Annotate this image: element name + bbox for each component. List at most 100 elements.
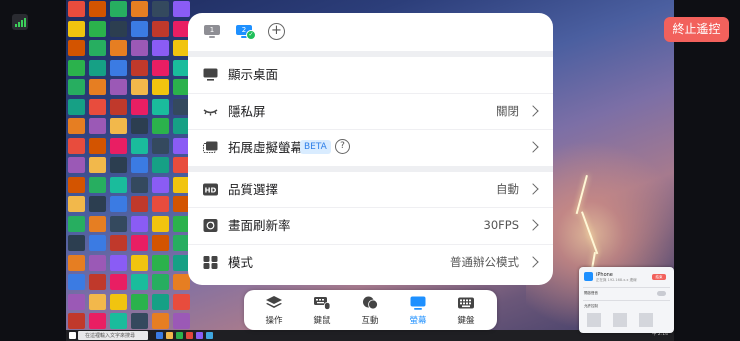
desktop-shortcut-icon xyxy=(68,79,85,95)
menu-row-privacy-screen[interactable]: 隱私屏 關閉 xyxy=(188,94,553,130)
taskbar-app-icon[interactable] xyxy=(206,332,213,339)
desktop-shortcut-icon xyxy=(152,1,169,17)
desktop-shortcut-icon xyxy=(152,118,169,134)
desktop-shortcut-icon xyxy=(89,20,106,37)
menu-row-label: 隱私屏 xyxy=(228,103,266,119)
desktop-shortcut-icon xyxy=(68,196,85,212)
desktop-shortcut-icon xyxy=(110,293,127,310)
plus-circle-icon[interactable]: + xyxy=(268,23,285,40)
desktop-icon-grid xyxy=(66,0,192,331)
dock-item-operation[interactable]: 操作 xyxy=(251,290,297,330)
eye-closed-icon xyxy=(203,108,218,115)
desktop-shortcut-icon xyxy=(131,293,148,310)
dock-item-label: 操作 xyxy=(265,316,283,326)
mini-row-label: 允許控制 xyxy=(584,304,598,308)
dock-item-interaction[interactable]: 互動 xyxy=(347,290,393,330)
layers-icon xyxy=(266,296,282,308)
taskbar-app-icon[interactable] xyxy=(196,332,203,339)
bottom-toolbar: 操作 鍵鼠 互動 螢幕 鍵盤 xyxy=(244,290,497,330)
taskbar-app-icon[interactable] xyxy=(166,332,173,339)
desktop-shortcut-icon xyxy=(68,313,85,329)
desktop-shortcut-icon xyxy=(68,235,85,251)
stop-remote-button[interactable]: 終止遙控 xyxy=(664,17,729,42)
mini-stop-button[interactable]: 結束 xyxy=(652,274,666,280)
desktop-shortcut-icon xyxy=(110,40,127,56)
menu-row-show-desktop[interactable]: 顯示桌面 xyxy=(188,57,553,94)
menu-row-value: 關閉 xyxy=(496,103,519,118)
desktop-shortcut-icon xyxy=(89,176,106,193)
dock-item-screen[interactable]: 螢幕 xyxy=(395,290,441,330)
desktop-shortcut-icon xyxy=(89,313,106,329)
mini-connection-window[interactable]: iPhone 正在與 192.168.x.x 連線 結束 開啟聲音 允許控制 xyxy=(579,267,674,333)
desktop-shortcut-icon xyxy=(131,235,148,251)
desktop-shortcut-icon xyxy=(131,20,148,37)
dock-item-label: 鍵鼠 xyxy=(313,316,331,326)
taskbar-search[interactable]: 在這裡輸入文字來搜尋 xyxy=(78,331,148,340)
menu-row-virtual-screen[interactable]: 拓展虛擬螢幕 BETA ? xyxy=(188,130,553,166)
desktop-shortcut-icon xyxy=(110,313,127,329)
chevron-right-icon xyxy=(527,141,539,153)
desktop-shortcut-icon xyxy=(68,215,85,232)
screen-icon xyxy=(410,296,426,310)
desktop-shortcut-icon xyxy=(68,254,85,271)
desktop-shortcut-icon xyxy=(110,274,127,290)
desktop-shortcut-icon xyxy=(89,157,106,173)
desktop-shortcut-icon xyxy=(131,1,148,17)
desktop-shortcut-icon xyxy=(89,137,106,154)
svg-text:HD: HD xyxy=(205,186,217,194)
desktop-shortcut-icon xyxy=(89,1,106,17)
desktop-shortcut-icon xyxy=(68,118,85,134)
menu-row-refresh-rate[interactable]: 畫面刷新率 30FPS xyxy=(188,208,553,245)
divider xyxy=(583,287,670,288)
desktop-shortcut-icon xyxy=(110,20,127,37)
desktop-shortcut-icon xyxy=(110,176,127,193)
desktop-shortcut-icon xyxy=(89,274,106,290)
keyboard-mouse-icon xyxy=(314,297,330,310)
desktop-shortcut-icon xyxy=(89,235,106,251)
desktop-shortcut-icon xyxy=(152,215,169,232)
desktop-shortcut-icon xyxy=(152,79,169,95)
chevron-right-icon xyxy=(527,219,539,231)
menu-row-quality[interactable]: HD 品質選擇 自動 xyxy=(188,172,553,208)
dock-item-keyboard[interactable]: 鍵盤 xyxy=(443,290,489,330)
taskbar-app-icon[interactable] xyxy=(176,332,183,339)
desktop-shortcut-icon xyxy=(68,20,85,37)
desktop-shortcut-icon xyxy=(68,157,85,173)
check-badge-icon: ✓ xyxy=(246,30,256,40)
help-icon[interactable]: ? xyxy=(335,139,350,154)
toggle[interactable] xyxy=(657,291,666,296)
desktop-shortcut-icon xyxy=(173,293,190,310)
desktop-shortcut-icon xyxy=(131,215,148,232)
divider xyxy=(583,300,670,301)
signal-bars-icon xyxy=(12,14,28,30)
mini-subtitle: 正在與 192.168.x.x 連線 xyxy=(596,278,637,282)
screen-settings-panel: 1 2 ✓ + 顯示桌面 隱私屏 關閉 拓展虛擬螢幕 BETA ? HD 品質選… xyxy=(188,13,553,285)
desktop-shortcut-icon xyxy=(89,293,106,310)
menu-row-value: 自動 xyxy=(496,181,519,196)
desktop-shortcut-icon xyxy=(131,313,148,329)
desktop-shortcut-icon xyxy=(68,274,85,290)
menu-row-mode[interactable]: 模式 普通辦公模式 xyxy=(188,245,553,281)
desktop-shortcut-icon xyxy=(110,98,127,115)
beta-badge: BETA xyxy=(300,140,331,154)
desktop-shortcut-icon xyxy=(131,118,148,134)
dock-item-keyboard-mouse[interactable]: 鍵鼠 xyxy=(299,290,345,330)
desktop-shortcut-icon xyxy=(131,59,148,76)
desktop-shortcut-icon xyxy=(110,157,127,173)
desktop-shortcut-icon xyxy=(110,1,127,17)
desktop-shortcut-icon xyxy=(110,196,127,212)
menu-row-label: 畫面刷新率 xyxy=(228,218,291,233)
taskbar-app-icon[interactable] xyxy=(156,332,163,339)
desktop-shortcut-icon xyxy=(152,20,169,37)
desktop-shortcut-icon xyxy=(131,98,148,115)
menu-row-label: 拓展虛擬螢幕 xyxy=(228,140,304,155)
screen-2-button[interactable]: 2 ✓ xyxy=(236,25,256,40)
dock-item-label: 螢幕 xyxy=(409,316,427,326)
screen-1-button[interactable]: 1 xyxy=(204,25,220,39)
menu-row-value: 普通辦公模式 xyxy=(450,254,519,269)
taskbar-app-icon[interactable] xyxy=(186,332,193,339)
windows-start-icon[interactable] xyxy=(69,332,76,339)
grid-icon xyxy=(203,255,218,269)
desktop-shortcut-icon xyxy=(68,40,85,56)
desktop-shortcut-icon xyxy=(89,79,106,95)
